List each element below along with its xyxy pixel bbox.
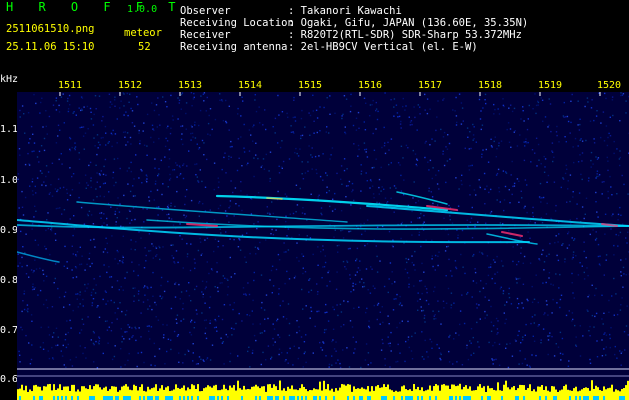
- y-tick-label: 0.7: [0, 325, 19, 336]
- y-tick-label: 1.0: [0, 175, 19, 186]
- meteor-label: meteor: [124, 27, 162, 39]
- x-tick-label: 1511: [58, 80, 83, 91]
- receiver-label: Receiver: [180, 29, 231, 41]
- x-tick-label: 1517: [418, 80, 443, 91]
- x-tick-label: 1520: [597, 80, 622, 91]
- capture-datetime: 25.11.06 15:10: [6, 41, 95, 53]
- app-version: 1.0.0: [127, 4, 158, 15]
- observer-value: : Takanori Kawachi: [288, 5, 402, 17]
- x-tick-label: 1512: [118, 80, 143, 91]
- y-tick-label: 1.1: [0, 124, 19, 135]
- trail-hotspot: [266, 197, 283, 200]
- y-tick-label: 0.6: [0, 374, 19, 385]
- y-tick-label: 0.9: [0, 225, 19, 236]
- location-value: : Ogaki, Gifu, JAPAN (136.60E, 35.35N): [288, 17, 529, 29]
- observer-label: Observer: [180, 5, 231, 17]
- x-tick-label: 1513: [178, 80, 203, 91]
- x-tick-label: 1514: [238, 80, 263, 91]
- y-unit-label: kHz: [0, 74, 19, 85]
- meteor-count: 52: [138, 41, 151, 53]
- x-tick-label: 1516: [358, 80, 383, 91]
- x-tick-label: 1518: [478, 80, 503, 91]
- antenna-label: Receiving antenna: [180, 41, 288, 53]
- spectrogram: [17, 92, 629, 400]
- antenna-value: : 2el-HB9CV Vertical (el. E-W): [288, 41, 478, 53]
- hrofft-window: H R O F F T 1.0.0 2511061510.png 25.11.0…: [0, 0, 629, 400]
- image-filename: 2511061510.png: [6, 23, 95, 35]
- y-tick-label: 0.8: [0, 275, 19, 286]
- x-tick-label: 1519: [538, 80, 563, 91]
- x-tick-label: 1515: [298, 80, 323, 91]
- app-title: H R O F F T: [6, 0, 185, 14]
- receiver-value: : R820T2(RTL-SDR) SDR-Sharp 53.372MHz: [288, 29, 522, 41]
- location-label: Receiving Location: [180, 17, 294, 29]
